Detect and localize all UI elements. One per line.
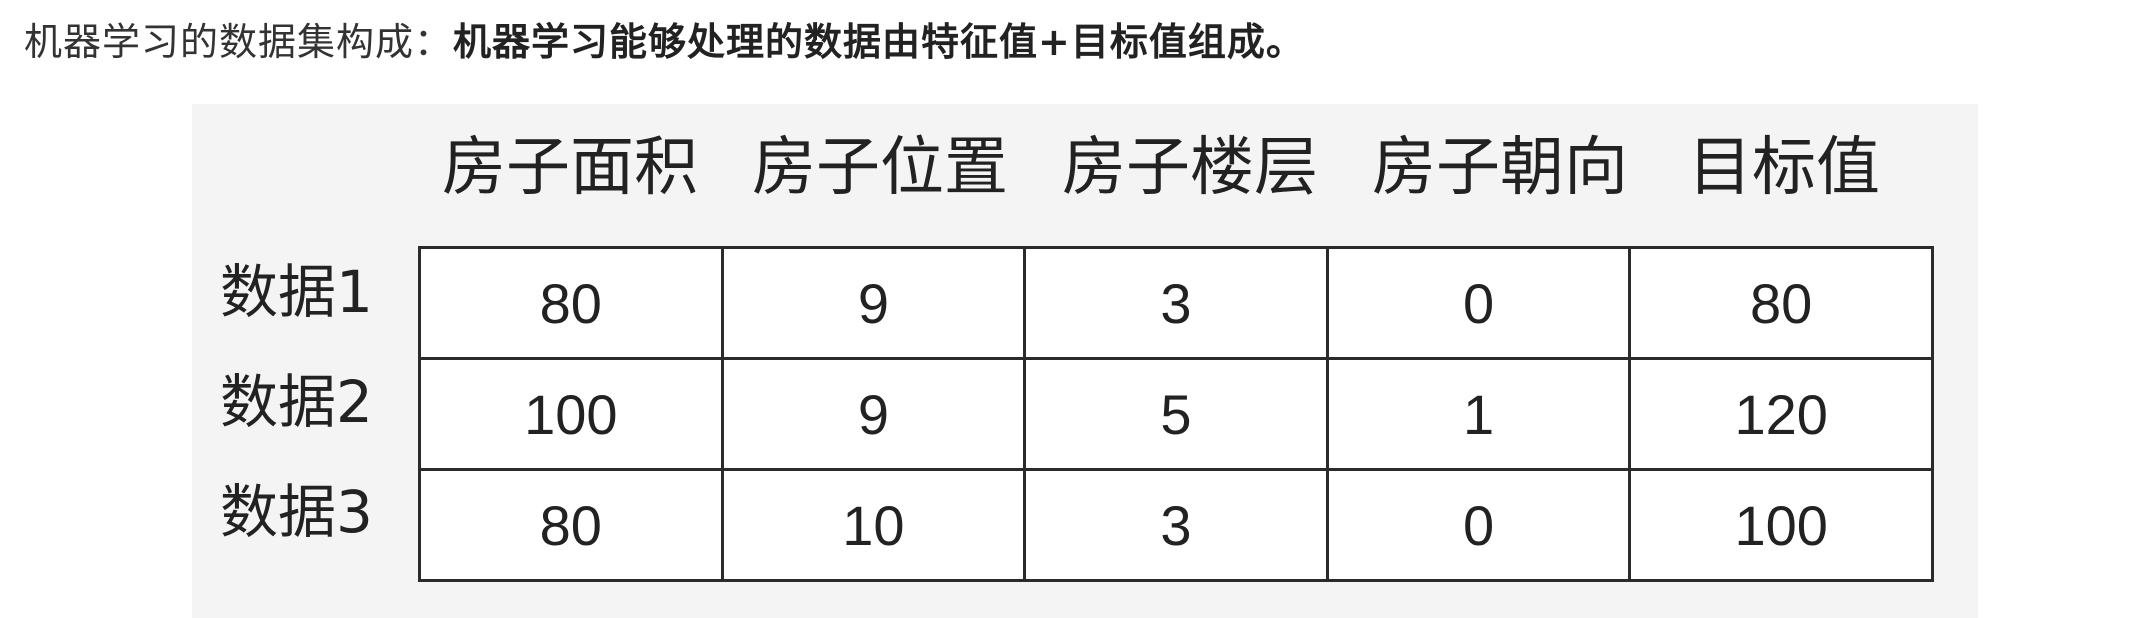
column-header-floor: 房子楼层	[1062, 131, 1318, 205]
table-cell: 9	[720, 357, 1027, 471]
row-label-2: 数据2	[220, 368, 373, 436]
table-row: 100 9 5 1 120	[418, 357, 1934, 471]
table-cell: 0	[1325, 246, 1632, 360]
table-cell: 3	[1023, 468, 1329, 582]
intro-emphasis: 机器学习能够处理的数据由特征值+目标值组成。	[453, 20, 1305, 64]
table-cell: 120	[1628, 357, 1934, 471]
table-cell: 80	[418, 468, 724, 582]
data-table: 80 9 3 0 80 100 9 5 1 120 80 10 3 0 100	[418, 246, 1934, 582]
table-row: 80 9 3 0 80	[418, 246, 1934, 360]
table-row: 80 10 3 0 100	[418, 468, 1934, 582]
table-cell: 100	[1628, 468, 1934, 582]
table-cell: 3	[1023, 246, 1329, 360]
row-label-3: 数据3	[220, 478, 373, 546]
intro-sentence: 机器学习的数据集构成：机器学习能够处理的数据由特征值+目标值组成。	[24, 10, 1305, 74]
intro-lead: 机器学习的数据集构成：	[24, 20, 454, 64]
column-header-row: 房子面积 房子位置 房子楼层 房子朝向 目标值	[192, 104, 1978, 232]
row-label-1: 数据1	[220, 258, 373, 326]
column-header-area: 房子面积	[442, 131, 698, 205]
column-header-orientation: 房子朝向	[1372, 131, 1628, 205]
column-header-target: 目标值	[1688, 131, 1880, 205]
table-cell: 5	[1023, 357, 1329, 471]
table-cell: 80	[418, 246, 724, 360]
table-cell: 80	[1628, 246, 1934, 360]
table-cell: 0	[1325, 468, 1632, 582]
table-cell: 10	[720, 468, 1027, 582]
dataset-figure: 房子面积 房子位置 房子楼层 房子朝向 目标值 数据1 数据2 数据3 80 9…	[192, 104, 1978, 618]
table-cell: 9	[720, 246, 1027, 360]
table-cell: 100	[418, 357, 724, 471]
table-cell: 1	[1325, 357, 1632, 471]
column-header-location: 房子位置	[752, 131, 1008, 205]
